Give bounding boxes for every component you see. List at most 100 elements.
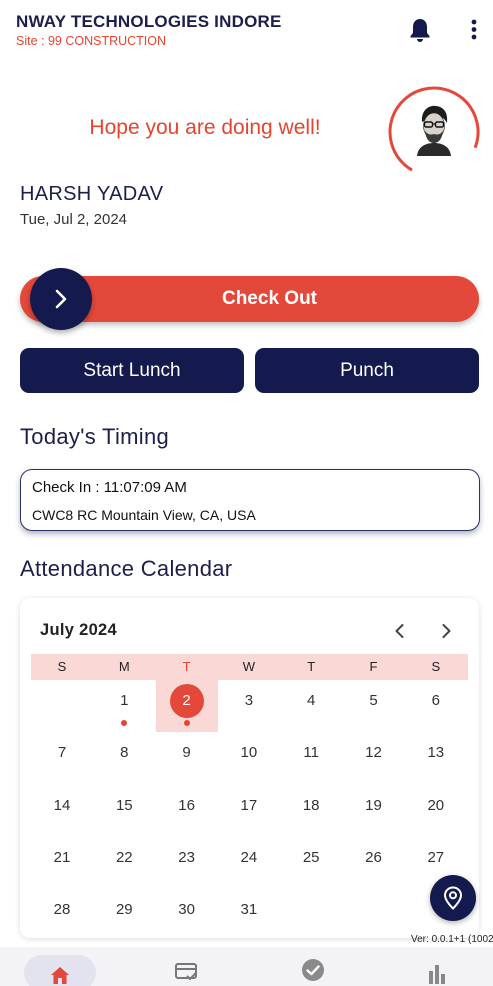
attendance-calendar: July 2024 SMTWTFS 1 2 3 4 5 6 7 8 9 10 11 12 13 14 15 1…: [20, 598, 479, 938]
user-name: HARSH YADAV: [20, 183, 164, 205]
check-in-time: Check In : 11:07:09 AM: [32, 479, 187, 496]
day-number: 9: [182, 744, 191, 762]
day-number: 5: [369, 692, 378, 709]
attendance-dot: [183, 720, 190, 726]
day-number: 26: [365, 848, 382, 866]
version-label: Ver: 0.0.1+1 (1002): [411, 934, 493, 945]
day-number: 29: [115, 901, 133, 919]
calendar-day[interactable]: 18: [280, 785, 342, 837]
weekday-label: T: [182, 659, 191, 674]
calendar-day[interactable]: 25: [280, 837, 342, 889]
calendar-day[interactable]: 12: [343, 732, 405, 784]
day-number: 6: [431, 692, 440, 709]
calendar-day[interactable]: 31: [218, 889, 280, 938]
calendar-day[interactable]: 19: [343, 785, 405, 837]
app-header: NWAY TECHNOLOGIES INDORE Site : 99 CONST…: [0, 0, 493, 62]
timing-title: Today's Timing: [20, 424, 170, 449]
day-number: 16: [178, 796, 195, 814]
nav-home[interactable]: [24, 955, 96, 986]
day-number: 30: [178, 901, 195, 919]
company-name: NWAY TECHNOLOGIES INDORE: [16, 12, 282, 31]
site-label: Site : 99 CONSTRUCTION: [16, 34, 167, 48]
avatar[interactable]: [409, 102, 459, 156]
calendar-day[interactable]: 28: [31, 889, 93, 938]
day-number: 27: [427, 848, 445, 866]
calendar-day[interactable]: 1: [93, 680, 155, 732]
day-number: 20: [427, 796, 445, 814]
calendar-day[interactable]: 10: [218, 732, 280, 784]
day-number: 12: [365, 744, 382, 762]
day-number: 21: [53, 848, 71, 866]
day-number: 19: [365, 796, 382, 814]
chevron-left-icon[interactable]: [388, 620, 412, 642]
punch-button[interactable]: Punch: [255, 348, 479, 393]
day-number: 11: [303, 744, 319, 762]
payments-icon: [175, 963, 197, 981]
day-number: 10: [240, 744, 258, 762]
nav-payments[interactable]: [150, 947, 222, 986]
bottom-nav: [0, 947, 493, 986]
calendar-day[interactable]: 21: [31, 837, 93, 889]
calendar-day[interactable]: 20: [405, 785, 467, 837]
calendar-day[interactable]: 22: [93, 837, 155, 889]
check-in-location: CWC8 RC Mountain View, CA, USA: [32, 507, 256, 523]
start-lunch-button[interactable]: Start Lunch: [20, 348, 244, 393]
slide-handle[interactable]: [30, 268, 92, 330]
calendar-day[interactable]: 15: [93, 785, 155, 837]
calendar-day[interactable]: 5: [343, 680, 405, 732]
day-number: 2: [182, 692, 191, 709]
calendar-day[interactable]: 24: [218, 837, 280, 889]
calendar-day[interactable]: 26: [343, 837, 405, 889]
nav-reports[interactable]: [402, 947, 474, 986]
calendar-title: Attendance Calendar: [20, 556, 233, 581]
check-circle-icon: [302, 959, 324, 981]
bell-icon[interactable]: [408, 17, 432, 43]
calendar-day[interactable]: 17: [218, 785, 280, 837]
calendar-day[interactable]: 7: [31, 732, 93, 784]
calendar-day[interactable]: 13: [405, 732, 467, 784]
day-number: 1: [120, 692, 129, 709]
calendar-day[interactable]: 6: [405, 680, 467, 732]
calendar-day[interactable]: 29: [93, 889, 155, 938]
calendar-day[interactable]: 8: [93, 732, 155, 784]
greeting-text: Hope you are doing well!: [89, 116, 321, 139]
calendar-day[interactable]: 16: [156, 785, 218, 837]
attendance-dot: [121, 720, 128, 726]
chevron-right-icon: [55, 289, 67, 309]
weekday-label: F: [369, 659, 378, 674]
home-icon: [51, 967, 69, 984]
nav-attendance[interactable]: [276, 947, 348, 986]
calendar-day[interactable]: 11: [280, 732, 342, 784]
weekday-label: W: [242, 659, 256, 674]
calendar-day[interactable]: 9: [156, 732, 218, 784]
day-number: 22: [115, 848, 133, 866]
day-number: 28: [53, 901, 71, 919]
chevron-right-icon[interactable]: [434, 620, 458, 642]
location-button[interactable]: [430, 875, 476, 921]
more-vert-icon[interactable]: [464, 17, 484, 43]
calendar-day[interactable]: 23: [156, 837, 218, 889]
weekday-label: T: [307, 659, 316, 674]
timing-card: Check In : 11:07:09 AM CWC8 RC Mountain …: [20, 469, 480, 531]
calendar-day[interactable]: 14: [31, 785, 93, 837]
calendar-month: July 2024: [40, 621, 118, 639]
calendar-day-selected[interactable]: 2: [155, 680, 218, 732]
day-number: 3: [244, 692, 254, 709]
day-number: 7: [57, 744, 67, 762]
weekday-label: M: [118, 659, 130, 674]
day-number: 15: [115, 796, 133, 814]
day-number: 31: [240, 901, 258, 919]
day-number: 13: [427, 744, 445, 762]
weekday-label: S: [57, 659, 67, 674]
day-number: 8: [120, 744, 129, 762]
calendar-day[interactable]: 4: [280, 680, 342, 732]
day-number: 17: [240, 796, 258, 814]
calendar-day[interactable]: 30: [156, 889, 218, 938]
day-number: 24: [240, 848, 258, 866]
location-pin-icon: [443, 886, 463, 910]
day-number: 4: [307, 692, 316, 709]
day-number: 23: [178, 848, 195, 866]
weekday-header: SMTWTFS: [31, 654, 468, 680]
calendar-day[interactable]: 3: [218, 680, 280, 732]
bar-chart-icon: [429, 965, 445, 984]
